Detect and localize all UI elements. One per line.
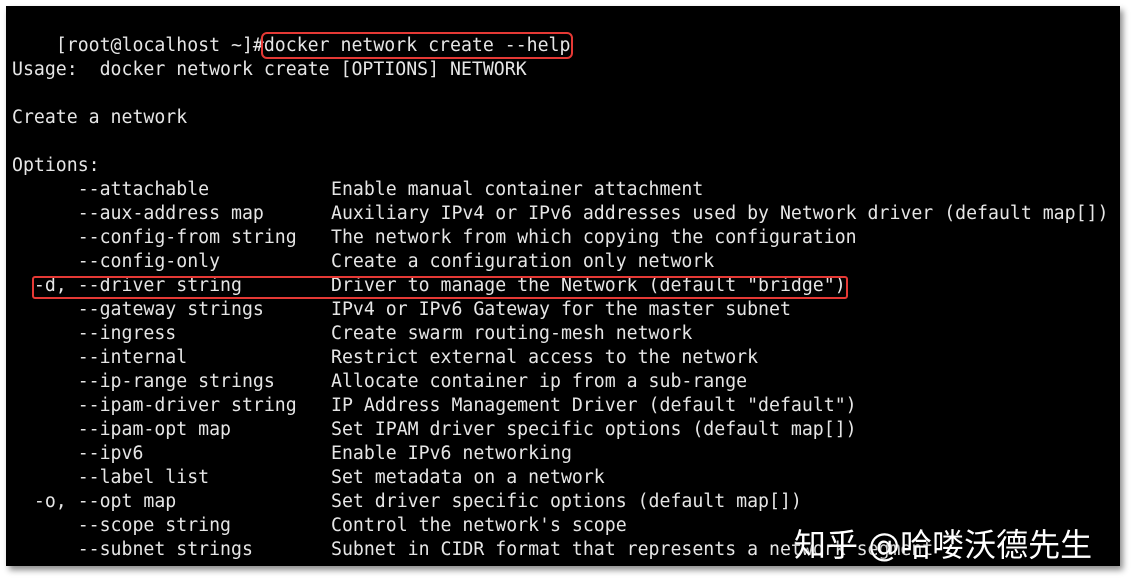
option-flag: --ip-range strings <box>12 371 275 392</box>
options-header: Options: <box>12 155 100 176</box>
option-flag: --label list <box>12 467 210 488</box>
option-flag: --ipam-driver string <box>12 395 297 416</box>
option-flag: --aux-address map <box>12 203 264 224</box>
option-flag: -o, --opt map <box>12 491 177 512</box>
option-desc: Create swarm routing-mesh network <box>331 323 693 344</box>
option-flag: --subnet strings <box>12 539 253 560</box>
option-desc: Set metadata on a network <box>331 467 605 488</box>
option-flag: --ingress <box>12 323 177 344</box>
option-desc: The network from which copying the confi… <box>331 227 857 248</box>
command-text: docker network create --help <box>260 32 574 59</box>
option-desc: Create a configuration only network <box>331 251 715 272</box>
prompt-user-host: [root@localhost ~]# <box>55 35 264 56</box>
option-desc: Enable IPv6 networking <box>331 443 572 464</box>
option-flag: --config-from string <box>12 227 297 248</box>
option-desc: IP Address Management Driver (default "d… <box>331 395 857 416</box>
option-desc: Enable manual container attachment <box>331 179 704 200</box>
driver-highlight-box <box>32 276 848 299</box>
option-desc: IPv4 or IPv6 Gateway for the master subn… <box>331 299 791 320</box>
terminal-window[interactable]: [root@localhost ~]#docker network create… <box>6 6 1120 566</box>
description-line: Create a network <box>12 107 188 128</box>
option-desc: Set driver specific options (default map… <box>331 491 802 512</box>
option-flag: --ipam-opt map <box>12 419 231 440</box>
usage-line: Usage: docker network create [OPTIONS] N… <box>12 59 527 80</box>
option-desc: Restrict external access to the network <box>331 347 759 368</box>
option-desc: Auxiliary IPv4 or IPv6 addresses used by… <box>331 203 1109 224</box>
option-flag: --internal <box>12 347 188 368</box>
watermark-text: 知乎 @哈喽沃德先生 <box>794 526 1093 564</box>
option-flag: --attachable <box>12 179 210 200</box>
prompt-line: [root@localhost ~]#docker network create… <box>12 10 574 59</box>
option-flag: --config-only <box>12 251 221 272</box>
option-flag: --gateway strings <box>12 299 264 320</box>
option-desc: Control the network's scope <box>331 515 627 536</box>
option-flag: --scope string <box>12 515 231 536</box>
option-desc: Allocate container ip from a sub-range <box>331 371 748 392</box>
option-flag: --ipv6 <box>12 443 144 464</box>
option-desc: Set IPAM driver specific options (defaul… <box>331 419 857 440</box>
